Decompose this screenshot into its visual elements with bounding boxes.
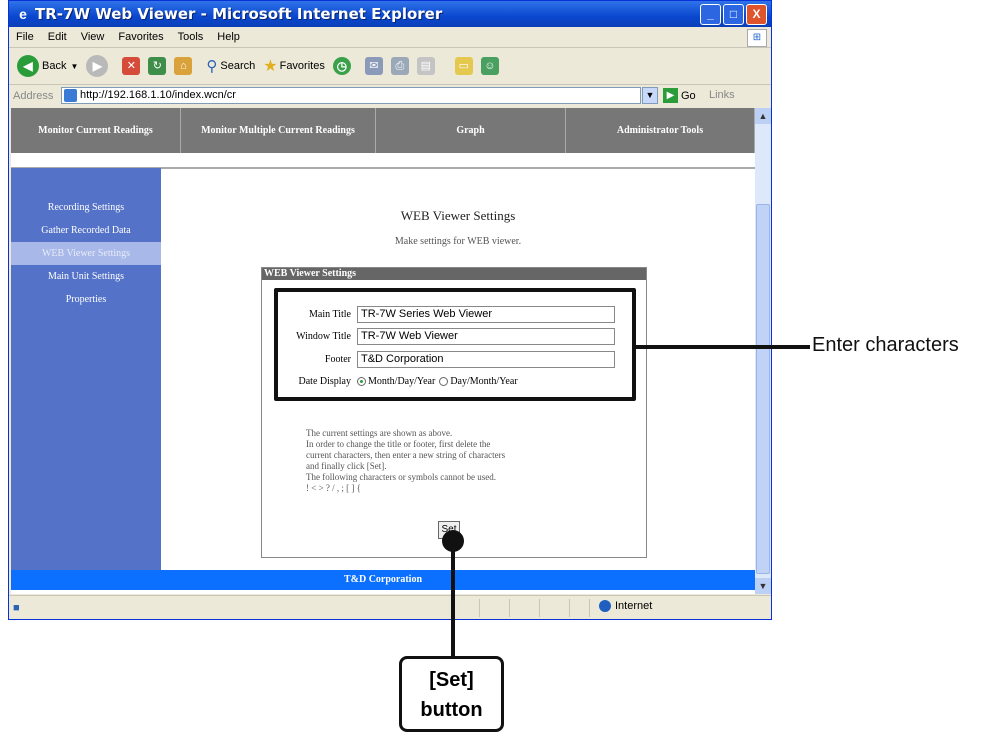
history-icon: ◷ [332, 57, 351, 75]
page-status-icon: ■ [13, 602, 20, 614]
tab-monitor-current[interactable]: Monitor Current Readings [11, 108, 181, 153]
maximize-button[interactable]: □ [723, 4, 744, 25]
forward-arrow-icon: ▶ [86, 55, 109, 77]
sidebar-item-gather-data[interactable]: Gather Recorded Data [11, 219, 161, 242]
status-divider [569, 599, 570, 617]
menu-bar: File Edit View Favorites Tools Help ⊞ [9, 27, 771, 48]
note-line: The current settings are shown as above. [306, 428, 453, 438]
zone-label: Internet [615, 600, 653, 612]
search-label: Search [220, 60, 256, 72]
ie-icon: e [19, 6, 27, 22]
status-divider [539, 599, 540, 617]
forward-button[interactable]: ▶ [86, 55, 109, 77]
close-button[interactable]: X [746, 4, 767, 25]
status-divider [589, 599, 590, 617]
note-line: ! < > ? / , ; [ ] { [306, 483, 361, 493]
edit-button[interactable]: ▤ [416, 57, 435, 75]
menu-help[interactable]: Help [217, 31, 240, 43]
sidebar: Recording Settings Gather Recorded Data … [11, 168, 161, 570]
mail-button[interactable]: ✉ [364, 57, 383, 75]
tab-monitor-multiple[interactable]: Monitor Multiple Current Readings [181, 108, 376, 153]
note-line: In order to change the title or footer, … [306, 439, 491, 449]
window-title: TR-7W Web Viewer - Microsoft Internet Ex… [35, 5, 443, 23]
status-divider [479, 599, 480, 617]
messenger-button[interactable]: ☺ [480, 57, 499, 75]
menu-file[interactable]: File [16, 31, 34, 43]
menu-edit[interactable]: Edit [48, 31, 67, 43]
stop-button[interactable]: ✕ [122, 57, 141, 75]
callout-line-set [451, 540, 455, 658]
go-label: Go [681, 89, 696, 102]
callout-line-enter [635, 345, 810, 349]
home-icon: ⌂ [174, 57, 193, 75]
page-icon [64, 89, 77, 102]
search-button[interactable]: ⚲ Search [206, 57, 255, 75]
page-title: WEB Viewer Settings [400, 208, 516, 223]
search-icon: ⚲ [206, 58, 218, 75]
tab-admin-tools[interactable]: Administrator Tools [566, 108, 755, 153]
windows-flag-icon: ⊞ [747, 29, 767, 47]
globe-icon [599, 600, 611, 612]
menu-tools[interactable]: Tools [178, 31, 204, 43]
help-notes: The current settings are shown as above.… [306, 428, 616, 494]
callout-enter-characters: Enter characters [812, 334, 959, 356]
mail-icon: ✉ [364, 57, 383, 75]
star-icon: ★ [263, 58, 278, 75]
note-line: The following characters or symbols cann… [306, 472, 496, 482]
callout-set-button: [Set] button [399, 656, 504, 732]
sidebar-item-web-viewer-settings[interactable]: WEB Viewer Settings [11, 242, 161, 265]
callout-set-line2: button [420, 699, 483, 721]
chevron-down-icon: ▼ [70, 61, 79, 71]
print-icon: ⎙ [390, 57, 409, 75]
edit-icon: ▤ [416, 57, 435, 75]
security-zone: Internet [599, 600, 652, 612]
favorites-button[interactable]: ★ Favorites [263, 56, 325, 76]
home-button[interactable]: ⌂ [174, 57, 193, 75]
callout-set-line1: [Set] [429, 669, 474, 691]
sidebar-item-main-unit-settings[interactable]: Main Unit Settings [11, 265, 161, 288]
minimize-button[interactable]: _ [700, 4, 721, 25]
back-arrow-icon: ◀ [17, 55, 39, 77]
page-subtitle: Make settings for WEB viewer. [394, 236, 522, 247]
input-highlight-frame [274, 288, 636, 401]
scroll-up-icon[interactable]: ▲ [755, 108, 771, 124]
nav-divider [11, 153, 755, 169]
back-label: Back [42, 60, 67, 72]
page-footer: T&D Corporation [11, 570, 755, 590]
toolbar: ◀ Back ▼ ▶ ✕ ↻ ⌂ ⚲ Search ★ Favorites ◷ … [9, 48, 771, 85]
address-input[interactable]: http://192.168.1.10/index.wcn/cr [61, 87, 641, 104]
status-bar: ■ Internet [9, 595, 771, 620]
address-label: Address [13, 90, 54, 102]
status-divider [509, 599, 510, 617]
go-button[interactable]: ▶ Go [663, 88, 696, 103]
folder-icon: ▭ [454, 57, 473, 75]
top-nav: Monitor Current Readings Monitor Multipl… [11, 108, 755, 153]
sidebar-item-properties[interactable]: Properties [11, 288, 161, 311]
scroll-thumb[interactable] [756, 204, 770, 574]
print-button[interactable]: ⎙ [390, 57, 409, 75]
stop-icon: ✕ [122, 57, 141, 75]
vertical-scrollbar[interactable]: ▲ ▼ [755, 108, 771, 594]
scroll-down-icon[interactable]: ▼ [755, 578, 771, 594]
favorites-label: Favorites [279, 60, 325, 72]
history-button[interactable]: ◷ [332, 57, 351, 75]
messenger-icon: ☺ [480, 57, 499, 75]
go-arrow-icon: ▶ [663, 88, 678, 103]
address-dropdown-button[interactable]: ▼ [642, 87, 658, 104]
panel-title: WEB Viewer Settings [262, 268, 646, 280]
folder-button[interactable]: ▭ [454, 57, 473, 75]
note-line: and finally click [Set]. [306, 461, 387, 471]
tab-graph[interactable]: Graph [376, 108, 566, 153]
address-url: http://192.168.1.10/index.wcn/cr [80, 89, 236, 101]
address-bar: Address http://192.168.1.10/index.wcn/cr… [9, 85, 771, 107]
note-line: current characters, then enter a new str… [306, 450, 506, 460]
menu-favorites[interactable]: Favorites [118, 31, 163, 43]
links-button[interactable]: Links [709, 89, 735, 101]
refresh-button[interactable]: ↻ [148, 57, 167, 75]
title-bar: e TR-7W Web Viewer - Microsoft Internet … [9, 1, 771, 27]
menu-view[interactable]: View [81, 31, 105, 43]
back-button[interactable]: ◀ Back ▼ [17, 55, 78, 77]
refresh-icon: ↻ [148, 57, 167, 75]
sidebar-item-recording-settings[interactable]: Recording Settings [11, 196, 161, 219]
